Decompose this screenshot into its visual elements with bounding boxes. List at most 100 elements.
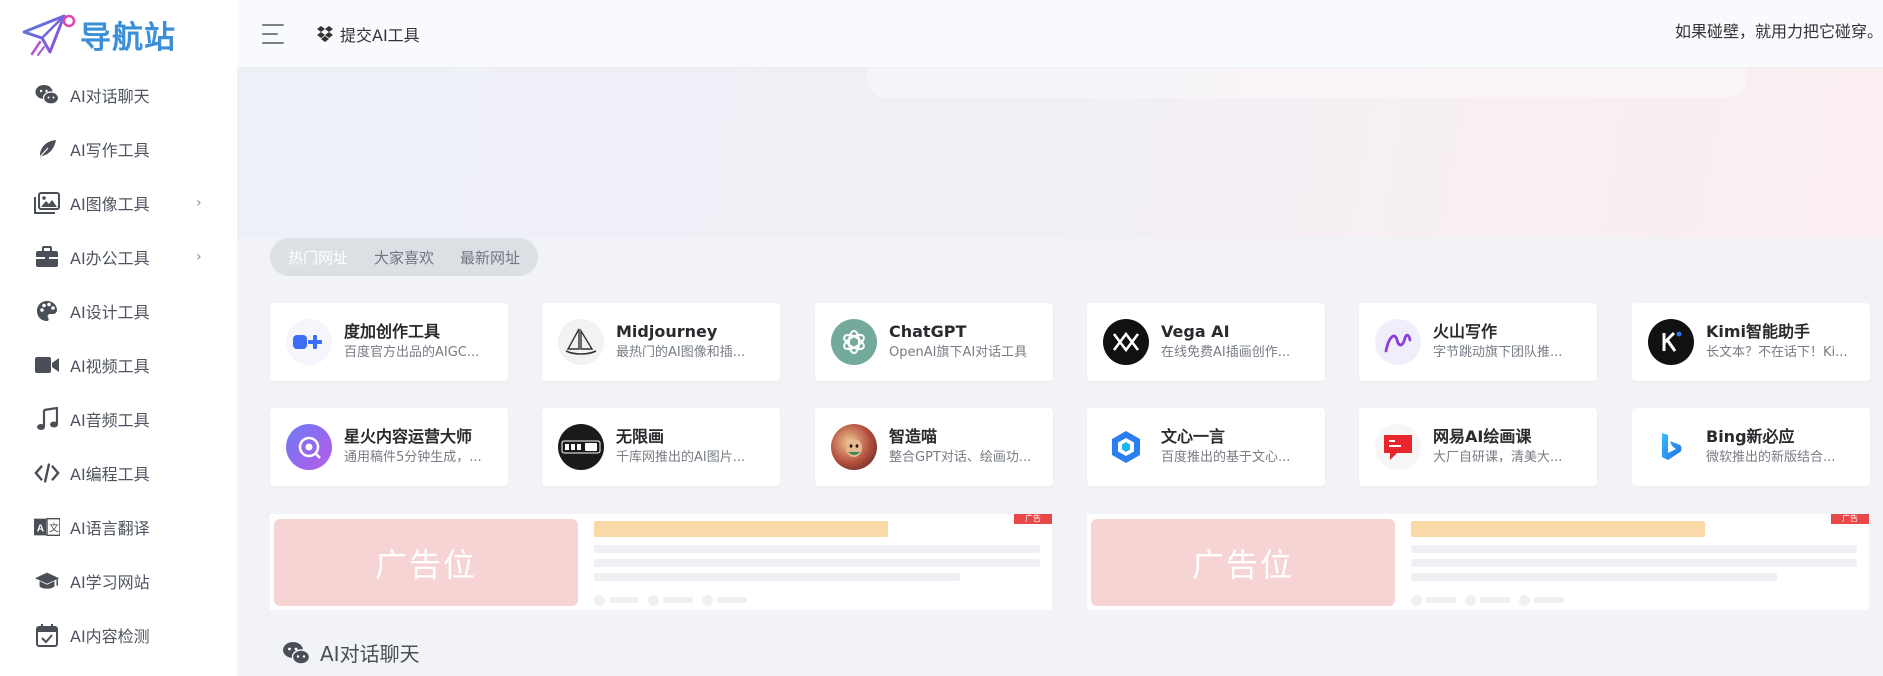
translate-icon: A文 [34,514,60,540]
music-note-icon [34,406,60,432]
menu-toggle-icon[interactable] [262,23,286,44]
sidebar-item-ai-coding[interactable]: AI编程工具 [0,446,237,500]
xinghuo-icon [286,424,332,470]
ad-banner-right[interactable]: 广告位 广告 [1087,514,1869,610]
zhizaomiao-icon [831,424,877,470]
video-camera-icon [34,352,60,378]
tab-newest-sites[interactable]: 最新网址 [460,247,520,268]
tab-hot-sites[interactable]: 热门网址 [288,247,348,268]
ad-tag: 广告 [1831,514,1869,524]
bing-icon [1648,424,1694,470]
site-card-chatgpt[interactable]: ChatGPT OpenAI旗下AI对话工具 [815,303,1053,381]
feather-icon [34,136,60,162]
card-description: 百度官方出品的AIGC... [344,345,480,360]
tab-everyone-likes[interactable]: 大家喜欢 [374,247,434,268]
ad-image-placeholder: 广告位 [274,519,578,606]
sidebar-item-ai-office[interactable]: AI办公工具 › [0,230,237,284]
site-card-bing[interactable]: Bing新必应 微软推出的新版结合... [1632,408,1870,486]
card-description: 微软推出的新版结合... [1706,450,1836,465]
ad-dot [702,595,713,606]
card-description: 最热门的AI图像和插... [616,345,746,360]
ad-text-bar [1411,573,1777,581]
ad-banner-left[interactable]: 广告位 广告 [270,514,1052,610]
card-description: 字节跳动旗下团队推... [1433,345,1563,360]
sidebar-item-label: AI办公工具 [70,249,150,268]
huoshan-writing-icon [1375,319,1421,365]
sidebar-item-label: AI编程工具 [70,465,150,484]
dropbox-icon [317,25,333,42]
site-card-vega-ai[interactable]: Vega AI 在线免费AI插画创作... [1087,303,1325,381]
sidebar-item-ai-writing[interactable]: AI写作工具 [0,122,237,176]
sidebar-item-label: AI图像工具 [70,195,150,214]
site-card-huoshan-writing[interactable]: 火山写作 字节跳动旗下团队推... [1359,303,1597,381]
card-title: 智造喵 [889,427,938,446]
sidebar-item-ai-video[interactable]: AI视频工具 [0,338,237,392]
site-card-dujia[interactable]: 度加创作工具 百度官方出品的AIGC... [270,303,508,381]
site-card-netease-ai[interactable]: 网易AI绘画课 大厂自研课，清美大... [1359,408,1597,486]
site-card-xinghuo[interactable]: 星火内容运营大师 通用稿件5分钟生成，... [270,408,508,486]
ad-dot [1465,595,1476,606]
ad-meta-bar [1480,597,1510,603]
ad-meta-bar [609,597,639,603]
svg-text:A: A [37,524,45,535]
card-description: 大厂自研课，清美大... [1433,450,1563,465]
chevron-right-icon: › [196,195,202,211]
card-description: 百度推出的基于文心... [1161,450,1291,465]
ad-title-bar [594,521,888,537]
ad-image-placeholder: 广告位 [1091,519,1395,606]
ad-dot [648,595,659,606]
ad-dot [594,595,605,606]
ad-title-bar [1411,521,1705,537]
sidebar-item-ai-translate[interactable]: A文 AI语言翻译 [0,500,237,554]
palette-icon [34,298,60,324]
site-card-kimi[interactable]: Kimi智能助手 长文本？不在话下！Ki... [1632,303,1870,381]
sidebar: 导航站 AI对话聊天 AI写作工具 AI图像工具 › AI办公工具 › AI设计… [0,0,237,676]
logo-text: 导航站 [80,19,176,56]
images-icon [34,190,60,216]
calendar-check-icon [34,622,60,648]
netease-ai-icon [1375,424,1421,470]
chevron-right-icon: › [196,249,202,265]
wuxianhua-icon [558,424,604,470]
sidebar-item-label: AI音频工具 [70,411,150,430]
top-bar: 提交AI工具 如果碰壁，就用力把它碰穿。 [237,0,1883,68]
graduation-cap-icon [34,568,60,594]
kimi-icon [1648,319,1694,365]
sidebar-item-ai-learning[interactable]: AI学习网站 [0,554,237,608]
sidebar-item-ai-design[interactable]: AI设计工具 [0,284,237,338]
sidebar-item-ai-detection[interactable]: AI内容检测 [0,608,237,662]
site-card-midjourney[interactable]: Midjourney 最热门的AI图像和插... [542,303,780,381]
ad-meta-bar [717,597,747,603]
site-card-wenxin[interactable]: 文心一言 百度推出的基于文心... [1087,408,1325,486]
vega-ai-icon [1103,319,1149,365]
card-title: 文心一言 [1161,427,1226,446]
submit-tool-label: 提交AI工具 [340,25,420,45]
sidebar-item-ai-audio[interactable]: AI音频工具 [0,392,237,446]
submit-tool-link[interactable]: 提交AI工具 [316,22,420,46]
section-title: AI对话聊天 [320,642,420,666]
sidebar-item-ai-chat[interactable]: AI对话聊天 [0,68,237,122]
card-description: 在线免费AI插画创作... [1161,345,1291,360]
ad-text-bar [594,573,960,581]
ad-dot [1519,595,1530,606]
ad-meta-bar [1426,597,1456,603]
wechat-icon [283,641,310,665]
sidebar-item-label: AI学习网站 [70,573,150,592]
briefcase-icon [34,244,60,270]
site-card-wuxianhua[interactable]: 无限画 千库网推出的AI图片... [542,408,780,486]
hero-banner [237,68,1883,238]
card-title: Midjourney [616,322,718,341]
midjourney-sailboat-icon [558,319,604,365]
card-title: 无限画 [616,427,665,446]
site-card-zhizaomiao[interactable]: 智造喵 整合GPT对话、绘画功... [815,408,1053,486]
card-title: Kimi智能助手 [1706,322,1811,341]
card-title: 星火内容运营大师 [344,427,473,446]
sidebar-item-ai-image[interactable]: AI图像工具 › [0,176,237,230]
code-icon [34,460,60,486]
site-logo[interactable]: 导航站 [0,0,237,68]
ad-text-bar [594,545,1040,553]
sidebar-item-label: AI设计工具 [70,303,150,322]
site-tabs: 热门网址 大家喜欢 最新网址 [270,238,539,276]
sidebar-nav: AI对话聊天 AI写作工具 AI图像工具 › AI办公工具 › AI设计工具 A… [0,68,237,662]
card-title: Vega AI [1161,322,1230,341]
